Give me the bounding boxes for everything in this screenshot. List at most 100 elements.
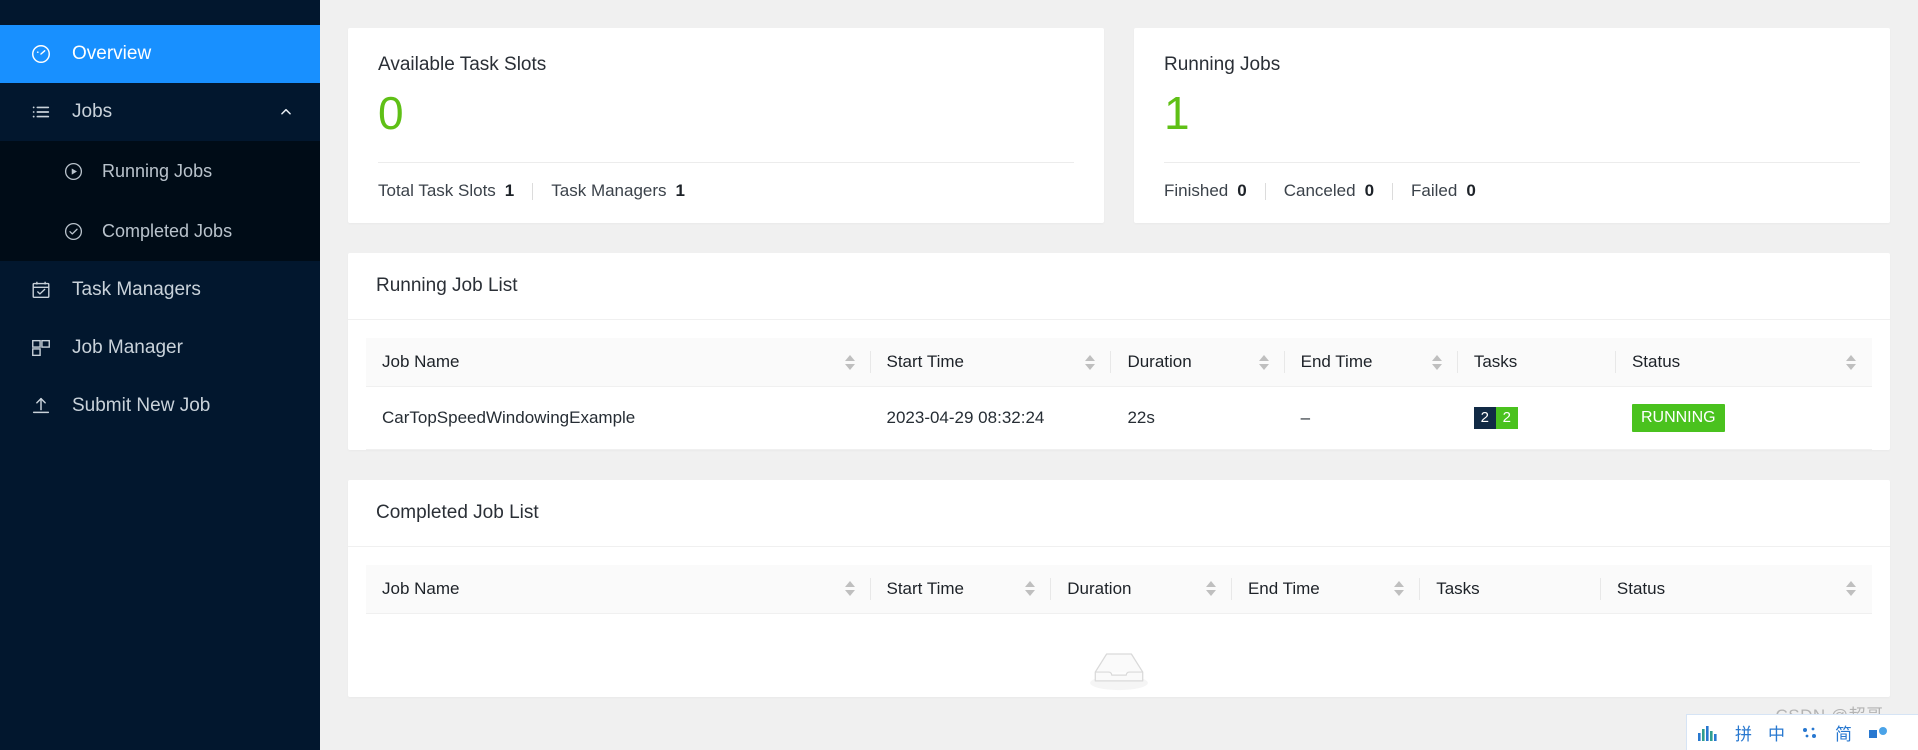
running-jobs-card: Running Jobs 1 Finished 0 Canceled 0 Fai…: [1134, 28, 1890, 223]
cell-job-name[interactable]: CarTopSpeedWindowingExample: [366, 386, 871, 450]
cell-tasks: 2 2: [1457, 386, 1616, 450]
sort-icon[interactable]: [1846, 581, 1856, 597]
jian-glyph-icon[interactable]: 简: [1835, 720, 1852, 745]
sogou-bars-icon[interactable]: [1697, 724, 1719, 742]
sidebar-item-label: Submit New Job: [72, 395, 211, 416]
available-task-slots-card: Available Task Slots 0 Total Task Slots …: [348, 28, 1104, 223]
col-duration[interactable]: Duration: [1051, 564, 1232, 614]
column-label: End Time: [1247, 578, 1320, 598]
sort-icon[interactable]: [1258, 354, 1269, 370]
play-circle-icon: [60, 158, 86, 184]
task-badge-group: 2 2: [1473, 406, 1518, 429]
upload-icon: [28, 393, 54, 419]
stat-value: 1: [675, 181, 686, 200]
column-label: Duration: [1067, 578, 1132, 598]
flink-dashboard: Overview Jobs Running Jobs Completed Job…: [0, 0, 1918, 750]
column-label: Tasks: [1436, 578, 1480, 598]
sort-icon[interactable]: [1085, 354, 1096, 370]
sidebar-item-label: Jobs: [72, 101, 113, 122]
column-label: Job Name: [382, 578, 460, 598]
card-footer: Finished 0 Canceled 0 Failed 0: [1164, 163, 1860, 201]
sort-icon[interactable]: [1431, 354, 1442, 370]
completed-job-list-card: Completed Job List Job Name Start Time D…: [348, 479, 1890, 697]
calendar-check-icon: [28, 277, 54, 303]
status-badge: RUNNING: [1631, 404, 1725, 432]
table-header-row: Job Name Start Time Duration End Time Ta…: [366, 338, 1872, 387]
sidebar-item-submit-new-job[interactable]: Submit New Job: [0, 377, 320, 435]
column-label: Start Time: [886, 578, 964, 598]
table-header-row: Job Name Start Time Duration End Time Ta…: [366, 564, 1872, 614]
stat-label: Total Task Slots: [378, 181, 496, 200]
separator: [1264, 182, 1266, 200]
cluster-icon: [28, 335, 54, 361]
column-label: End Time: [1300, 352, 1373, 371]
running-job-table-body: CarTopSpeedWindowingExample 2023-04-29 0…: [366, 386, 1872, 450]
sort-icon[interactable]: [844, 354, 855, 370]
sidebar-item-jobs[interactable]: Jobs: [0, 83, 320, 141]
col-job-name[interactable]: Job Name: [366, 338, 871, 387]
stat-value: 1: [504, 181, 515, 200]
running-job-list-title: Running Job List: [348, 253, 1890, 320]
card-title: Running Jobs: [1164, 54, 1281, 75]
col-start-time[interactable]: Start Time: [870, 338, 1112, 387]
chinese-glyph-icon[interactable]: 中: [1768, 720, 1785, 745]
running-job-list-card: Running Job List Job Name Start Time Dur…: [348, 253, 1890, 450]
col-job-name[interactable]: Job Name: [366, 564, 871, 614]
col-duration[interactable]: Duration: [1111, 338, 1285, 387]
stat-label: Failed: [1411, 181, 1458, 200]
dashboard-icon: [28, 41, 54, 67]
chevron-up-icon[interactable]: [278, 104, 294, 120]
stat-cards-row: Available Task Slots 0 Total Task Slots …: [348, 28, 1890, 223]
available-task-slots-value: 0: [378, 87, 404, 139]
running-jobs-value: 1: [1164, 87, 1190, 139]
table-row[interactable]: CarTopSpeedWindowingExample 2023-04-29 0…: [366, 386, 1872, 450]
col-status[interactable]: Status: [1615, 338, 1872, 387]
cell-end-time: –: [1284, 386, 1458, 450]
main-content: Available Task Slots 0 Total Task Slots …: [320, 0, 1918, 750]
sidebar-item-label: Completed Jobs: [102, 220, 233, 241]
failed-stat: Failed 0: [1411, 181, 1476, 201]
completed-job-table-head: Job Name Start Time Duration End Time Ta…: [366, 564, 1872, 614]
finished-stat: Finished 0: [1164, 181, 1247, 201]
column-label: Start Time: [886, 352, 964, 371]
card-footer: Total Task Slots 1 Task Managers 1: [378, 163, 1074, 201]
task-badge-running: 2: [1495, 406, 1518, 429]
sort-icon[interactable]: [1846, 354, 1856, 370]
pin-glyph-icon[interactable]: 拼: [1735, 720, 1752, 745]
sort-icon[interactable]: [1394, 581, 1405, 597]
stat-value: 0: [1237, 181, 1247, 200]
sidebar-item-task-managers[interactable]: Task Managers: [0, 261, 320, 319]
col-status[interactable]: Status: [1600, 564, 1872, 614]
sort-icon[interactable]: [1025, 581, 1036, 597]
stat-label: Task Managers: [551, 181, 667, 200]
sort-icon[interactable]: [844, 581, 855, 597]
sidebar-item-label: Task Managers: [72, 279, 201, 300]
toolbox-icon[interactable]: [1868, 725, 1888, 741]
sidebar-item-label: Running Jobs: [102, 160, 213, 181]
empty-inbox-icon: [1086, 648, 1152, 697]
sidebar-item-overview[interactable]: Overview: [0, 25, 320, 83]
column-label: Status: [1616, 578, 1666, 598]
dots-icon[interactable]: [1801, 725, 1819, 741]
sidebar-item-job-manager[interactable]: Job Manager: [0, 319, 320, 377]
running-job-table-head: Job Name Start Time Duration End Time Ta…: [366, 338, 1872, 387]
sidebar-item-running-jobs[interactable]: Running Jobs: [0, 141, 320, 201]
col-tasks: Tasks: [1420, 564, 1601, 614]
stat-label: Canceled: [1283, 181, 1356, 200]
sidebar-item-label: Job Manager: [72, 337, 183, 358]
task-badge-total: 2: [1473, 406, 1496, 429]
column-label: Job Name: [382, 352, 460, 371]
task-managers-stat: Task Managers 1: [551, 181, 685, 201]
cell-status: RUNNING: [1615, 386, 1872, 450]
ime-toolbar[interactable]: 拼 中 简: [1686, 714, 1918, 750]
sort-icon[interactable]: [1205, 581, 1216, 597]
sidebar-item-completed-jobs[interactable]: Completed Jobs: [0, 201, 320, 261]
sidebar-item-label: Overview: [72, 43, 152, 64]
col-end-time[interactable]: End Time: [1284, 338, 1458, 387]
cell-duration: 22s: [1111, 386, 1285, 450]
col-start-time[interactable]: Start Time: [870, 564, 1052, 614]
stat-value: 0: [1466, 181, 1476, 200]
col-end-time[interactable]: End Time: [1231, 564, 1421, 614]
list-icon: [28, 99, 54, 125]
sidebar-submenu-jobs: Running Jobs Completed Jobs: [0, 141, 320, 261]
